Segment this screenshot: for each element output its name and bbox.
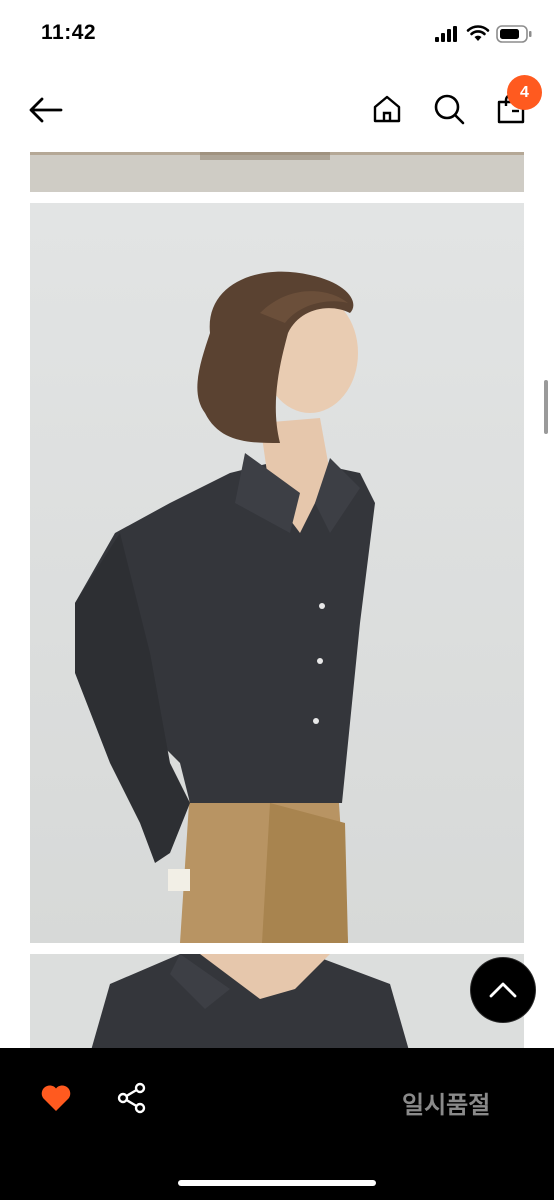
- cellular-signal-icon: [435, 26, 457, 42]
- shirt-detail-photo: [30, 954, 524, 1054]
- battery-icon: [496, 25, 532, 43]
- home-button[interactable]: [368, 90, 406, 128]
- scroll-to-top-button[interactable]: [471, 958, 535, 1022]
- top-navigation-bar: [0, 68, 554, 152]
- arrow-left-icon: [29, 97, 63, 123]
- status-bar: 11:42: [0, 0, 554, 68]
- cart-count-badge: 4: [507, 75, 542, 110]
- share-icon: [117, 1082, 146, 1114]
- search-button[interactable]: [430, 90, 468, 128]
- product-image: [30, 152, 524, 192]
- back-button[interactable]: [26, 92, 66, 128]
- share-button[interactable]: [116, 1082, 148, 1119]
- like-button[interactable]: [40, 1084, 72, 1117]
- home-indicator: [178, 1180, 376, 1186]
- chevron-up-icon: [489, 982, 517, 998]
- bottom-action-bar: 일시품절: [0, 1048, 554, 1200]
- home-icon: [373, 95, 401, 123]
- scrollbar-thumb[interactable]: [544, 380, 548, 434]
- product-image-main: [30, 203, 524, 943]
- model-wearing-shirt-illustration: [30, 203, 524, 943]
- product-photo-fragment: [30, 152, 524, 192]
- status-time: 11:42: [41, 21, 97, 44]
- heart-icon: [41, 1085, 71, 1111]
- wifi-icon: [466, 25, 490, 41]
- search-icon: [434, 94, 465, 125]
- sold-out-status: 일시품절: [402, 1092, 491, 1119]
- product-image-detail: [30, 954, 524, 1054]
